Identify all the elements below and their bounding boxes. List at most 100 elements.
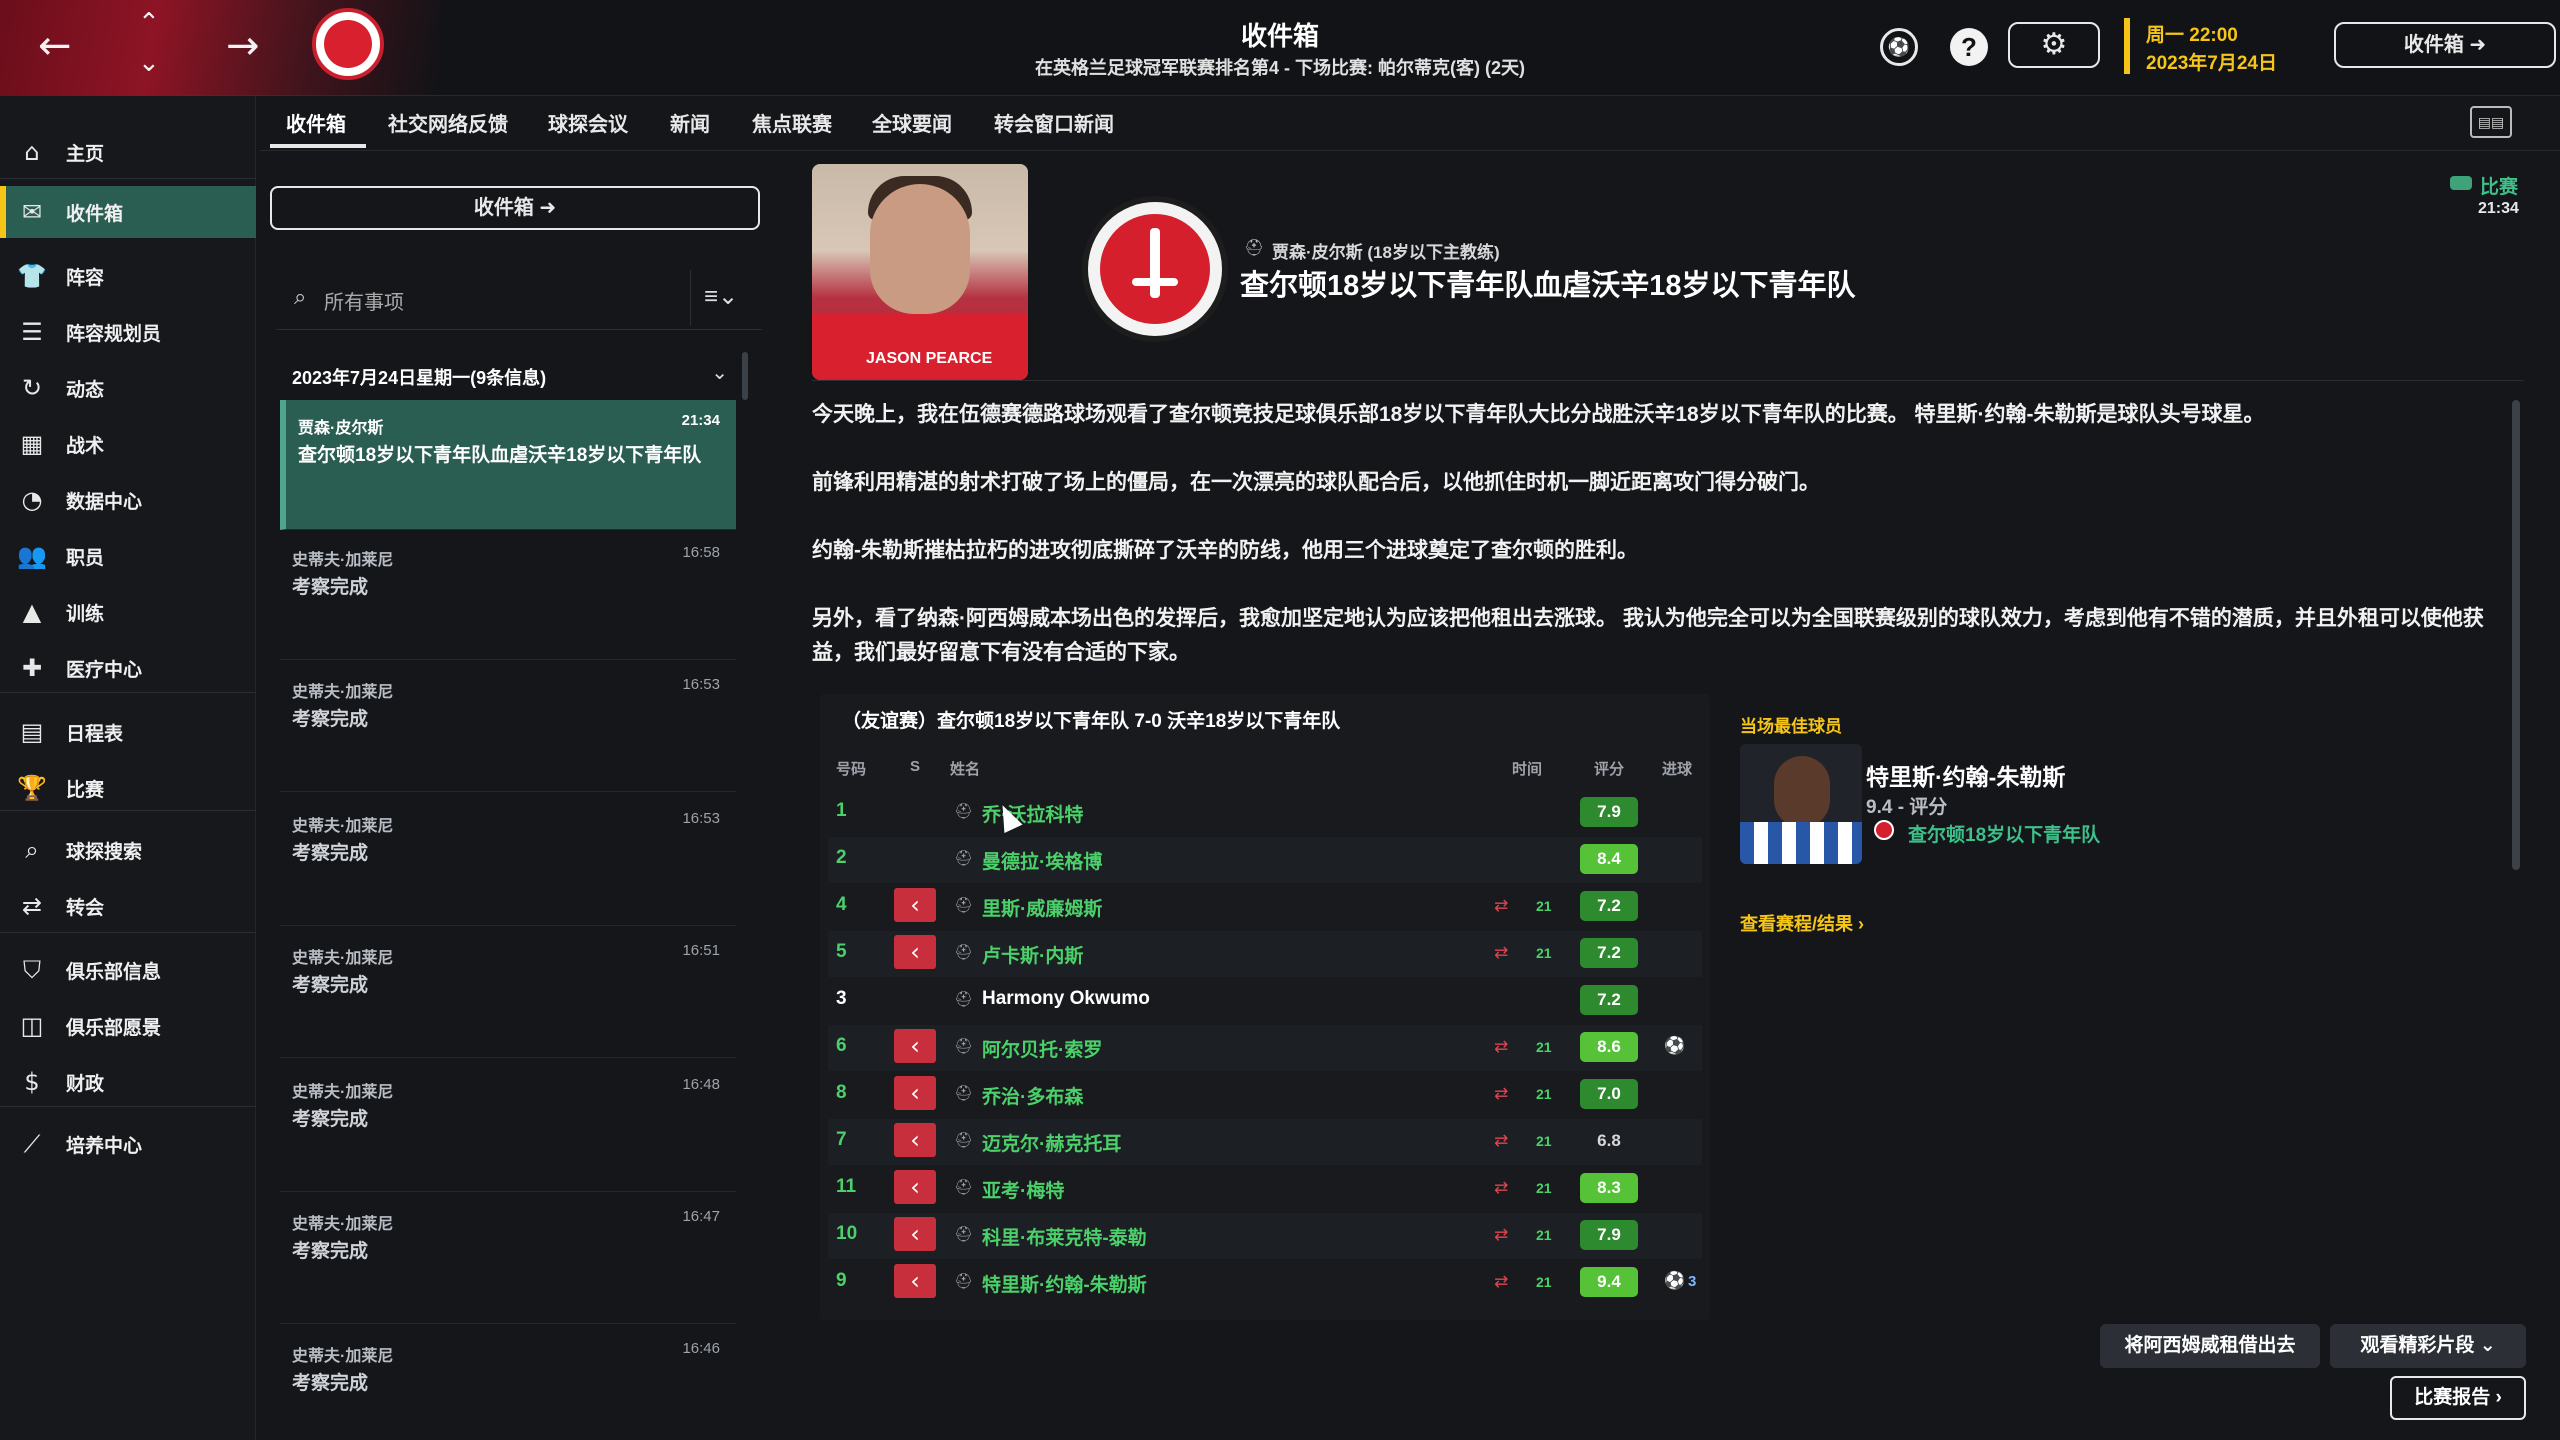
player-row[interactable]: 2 ⛑ 曼德拉·埃格博 8.4: [828, 837, 1702, 883]
message-time: 16:47: [682, 1208, 720, 1225]
player-number: 7: [836, 1129, 847, 1150]
layout-toggle-icon[interactable]: ▤▤: [2470, 106, 2512, 138]
help-icon[interactable]: ?: [1950, 28, 1988, 66]
sidebar-item-9[interactable]: ✚ 医疗中心: [0, 642, 256, 694]
message-list-item[interactable]: 史蒂夫·加莱尼 16:58 考察完成: [280, 532, 736, 660]
sidebar-icon: ⌂: [24, 138, 40, 166]
message-list-item[interactable]: 史蒂夫·加莱尼 16:53 考察完成: [280, 664, 736, 792]
message-sender: 史蒂夫·加莱尼: [292, 684, 394, 701]
player-name[interactable]: 曼德拉·埃格博: [982, 847, 1102, 874]
date-group-header[interactable]: 2023年7月24日星期一(9条信息) ⌄: [276, 350, 736, 400]
sidebar-item-13[interactable]: ⇄ 转会: [0, 880, 256, 932]
substitution-icon[interactable]: ‹: [894, 1029, 936, 1063]
sidebar-item-12[interactable]: ⌕ 球探搜索: [0, 824, 256, 876]
sidebar-icon: ↻: [21, 374, 43, 402]
continue-button[interactable]: 收件箱 ➜: [2334, 22, 2556, 68]
settings-button[interactable]: ⚙: [2008, 22, 2100, 68]
tab-1[interactable]: 社交网络反馈: [388, 108, 508, 137]
player-rating: 7.2: [1580, 891, 1638, 921]
person-icon: ⛑: [954, 1226, 974, 1243]
player-name[interactable]: 特里斯·约翰-朱勒斯: [982, 1270, 1147, 1297]
substitution-icon[interactable]: ‹: [894, 1076, 936, 1110]
substitution-icon[interactable]: ‹: [894, 1217, 936, 1251]
swap-icon: ⇄: [1494, 1272, 1509, 1292]
player-row[interactable]: 9 ‹ ⇄ ⛑ 特里斯·约翰-朱勒斯 21 9.4 ⚽ 3: [828, 1260, 1702, 1306]
match-report-button[interactable]: 比赛报告 ›: [2390, 1376, 2526, 1420]
person-icon: ⛑: [954, 1085, 974, 1102]
substitution-icon[interactable]: ‹: [894, 888, 936, 922]
player-row[interactable]: 7 ‹ ⇄ ⛑ 迈克尔·赫克托耳 21 6.8: [828, 1119, 1702, 1165]
potm-name[interactable]: 特里斯·约翰-朱勒斯: [1866, 758, 2065, 792]
club-crest-large-icon[interactable]: [1082, 196, 1228, 342]
list-scrollbar[interactable]: [742, 352, 748, 400]
message-paragraph: 约翰-朱勒斯摧枯拉朽的进攻彻底撕碎了沃辛的防线，他用三个进球奠定了查尔顿的胜利。: [812, 539, 1638, 562]
player-name[interactable]: 科里·布莱克特-泰勒: [982, 1223, 1147, 1250]
tab-4[interactable]: 焦点联赛: [752, 108, 832, 137]
loan-out-button[interactable]: 将阿西姆威租借出去: [2100, 1324, 2320, 1368]
sidebar-item-0[interactable]: ⌂ 主页: [0, 126, 256, 178]
swap-icon: ⇄: [1494, 1225, 1509, 1245]
potm-rating: 9.4 - 评分: [1866, 797, 1948, 818]
sidebar-item-11[interactable]: 🏆 比赛: [0, 762, 256, 814]
player-name[interactable]: 乔治·多布森: [982, 1082, 1083, 1109]
filter-menu-icon[interactable]: ≡⌄: [704, 282, 738, 311]
message-time: 16:51: [682, 942, 720, 959]
potm-club[interactable]: 查尔顿18岁以下青年队: [1908, 820, 2100, 847]
message-list-item[interactable]: 史蒂夫·加莱尼 16:47 考察完成: [280, 1196, 736, 1324]
sidebar-item-7[interactable]: 👥 职员: [0, 530, 256, 582]
ball-icon[interactable]: ⚽: [1880, 28, 1918, 66]
sidebar-item-8[interactable]: ▲ 训练: [0, 586, 256, 638]
player-name[interactable]: 里斯·威廉姆斯: [982, 894, 1102, 921]
match-title[interactable]: （友谊赛）查尔顿18岁以下青年队 7-0 沃辛18岁以下青年队: [842, 706, 1340, 733]
potm-photo[interactable]: [1740, 744, 1862, 864]
fixtures-results-link[interactable]: 查看赛程/结果 ›: [1740, 910, 1864, 936]
sidebar-item-3[interactable]: ☰ 阵容规划员: [0, 306, 256, 358]
message-list-item[interactable]: 史蒂夫·加莱尼 16:46 考察完成: [280, 1328, 736, 1440]
player-name[interactable]: 卢卡斯·内斯: [982, 941, 1083, 968]
sidebar-item-16[interactable]: $ 财政: [0, 1056, 256, 1108]
player-row[interactable]: 6 ‹ ⇄ ⛑ 阿尔贝托·索罗 21 8.6 ⚽: [828, 1025, 1702, 1071]
message-scrollbar[interactable]: [2512, 400, 2520, 870]
sidebar-item-4[interactable]: ↻ 动态: [0, 362, 256, 414]
message-list-item[interactable]: 贾森·皮尔斯 21:34 查尔顿18岁以下青年队血虐沃辛18岁以下青年队: [280, 400, 736, 530]
player-row[interactable]: 10 ‹ ⇄ ⛑ 科里·布莱克特-泰勒 21 7.9: [828, 1213, 1702, 1259]
player-row[interactable]: 5 ‹ ⇄ ⛑ 卢卡斯·内斯 21 7.2: [828, 931, 1702, 977]
substitution-icon[interactable]: ‹: [894, 1264, 936, 1298]
tab-5[interactable]: 全球要闻: [872, 108, 952, 137]
player-name[interactable]: 迈克尔·赫克托耳: [982, 1129, 1121, 1156]
player-name[interactable]: Harmony Okwumo: [982, 988, 1150, 1010]
staff-icon: ⛑: [1244, 240, 1265, 257]
message-sender: 史蒂夫·加莱尼: [292, 818, 394, 835]
player-name[interactable]: 亚考·梅特: [982, 1176, 1064, 1203]
sidebar-item-2[interactable]: 👕 阵容: [0, 250, 256, 302]
substitution-icon[interactable]: ‹: [894, 935, 936, 969]
sidebar-item-1[interactable]: ✉ 收件箱: [0, 186, 256, 238]
player-row[interactable]: 11 ‹ ⇄ ⛑ 亚考·梅特 21 8.3: [828, 1166, 1702, 1212]
player-row[interactable]: 4 ‹ ⇄ ⛑ 里斯·威廉姆斯 21 7.2: [828, 884, 1702, 930]
inbox-button[interactable]: 收件箱 ➜: [270, 186, 760, 230]
substitution-icon[interactable]: ‹: [894, 1170, 936, 1204]
filter-input[interactable]: 所有事项: [324, 286, 404, 315]
tab-3[interactable]: 新闻: [670, 108, 710, 137]
tab-2[interactable]: 球探会议: [548, 108, 628, 137]
message-list-item[interactable]: 史蒂夫·加莱尼 16:53 考察完成: [280, 798, 736, 926]
player-row[interactable]: 8 ‹ ⇄ ⛑ 乔治·多布森 21 7.0: [828, 1072, 1702, 1118]
tab-0[interactable]: 收件箱: [286, 108, 346, 137]
message-list-item[interactable]: 史蒂夫·加莱尼 16:51 考察完成: [280, 930, 736, 1058]
watch-highlights-button[interactable]: 观看精彩片段 ⌄: [2330, 1324, 2526, 1368]
substitution-icon[interactable]: ‹: [894, 1123, 936, 1157]
message-list-item[interactable]: 史蒂夫·加莱尼 16:48 考察完成: [280, 1064, 736, 1192]
sidebar-item-14[interactable]: ⛉ 俱乐部信息: [0, 944, 256, 996]
player-row[interactable]: 3 ⛑ Harmony Okwumo 7.2: [828, 978, 1702, 1024]
message-from[interactable]: 贾森·皮尔斯 (18岁以下主教练): [1272, 238, 1500, 263]
message-sender: 史蒂夫·加莱尼: [292, 1084, 394, 1101]
sidebar-item-10[interactable]: ▤ 日程表: [0, 706, 256, 758]
sidebar-item-17[interactable]: ⟋ 培养中心: [0, 1118, 256, 1170]
player-name[interactable]: 阿尔贝托·索罗: [982, 1035, 1102, 1062]
player-row[interactable]: 1 ⛑ 乔·沃拉科特 7.9: [828, 790, 1702, 836]
sidebar-item-6[interactable]: ◔ 数据中心: [0, 474, 256, 526]
sidebar-item-5[interactable]: ▦ 战术: [0, 418, 256, 470]
sidebar-item-15[interactable]: ◫ 俱乐部愿景: [0, 1000, 256, 1052]
sidebar-icon: ▦: [20, 430, 44, 458]
tab-6[interactable]: 转会窗口新闻: [994, 108, 1114, 137]
